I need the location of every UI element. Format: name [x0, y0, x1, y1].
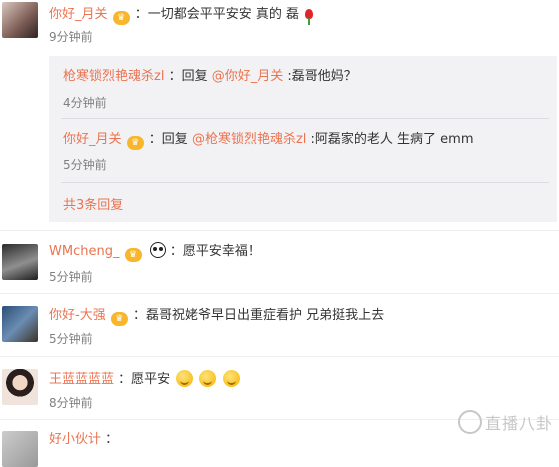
reply-box: 枪寒锁烈艳魂杀zl ：回复 @你好_月关 :磊哥他妈？ 4分钟前 你好_月关 ♛…	[49, 56, 557, 222]
mention-link[interactable]: @枪寒锁烈艳魂杀zl	[192, 132, 306, 147]
comment-time: 9分钟前	[49, 30, 93, 44]
reply-text: :磊哥他妈？	[287, 69, 357, 84]
crown-icon: ♛	[112, 11, 130, 25]
smile-emoji-icon	[199, 370, 217, 387]
reply-text: :阿磊家的老人 生病了 emm	[310, 132, 474, 147]
crown-icon: ♛	[110, 312, 128, 326]
reply-prefix: ：回复	[168, 69, 208, 84]
comment-time: 5分钟前	[49, 332, 93, 346]
rose-emoji-icon	[305, 9, 314, 25]
mention-link[interactable]: @你好_月关	[212, 69, 284, 84]
avatar[interactable]	[2, 244, 38, 280]
smile-emoji-icon	[176, 370, 194, 387]
watermark: 直播八卦	[457, 410, 553, 434]
watermark-logo-icon	[457, 410, 482, 434]
username-link[interactable]: 你好_月关	[49, 7, 108, 22]
comment-text: ：愿平安幸福！	[169, 244, 261, 259]
username-link[interactable]: 枪寒锁烈艳魂杀zl	[63, 69, 164, 84]
reply-prefix: ：回复	[148, 132, 188, 147]
watermark-text: 直播八卦	[484, 414, 553, 433]
username-link[interactable]: WMcheng_	[49, 244, 119, 259]
divider	[0, 230, 559, 231]
comment-text: ：愿平安	[118, 372, 171, 387]
comment-time: 8分钟前	[49, 396, 93, 410]
smile-emoji-icon	[222, 370, 240, 387]
divider	[0, 356, 559, 357]
crown-icon: ♛	[126, 136, 144, 150]
reply-time: 5分钟前	[63, 158, 107, 172]
crown-icon: ♛	[124, 248, 142, 262]
username-link[interactable]: 王蓝蓝蓝蓝	[49, 372, 114, 387]
comment-text: ：一切都会平平安安 真的 磊	[134, 7, 300, 22]
avatar[interactable]	[2, 369, 38, 405]
avatar[interactable]	[2, 306, 38, 342]
comment-time: 5分钟前	[49, 270, 93, 284]
avatar[interactable]	[2, 431, 38, 467]
username-link[interactable]: 你好_月关	[63, 132, 122, 147]
divider	[61, 182, 549, 183]
reply-time: 4分钟前	[63, 96, 107, 110]
username-link[interactable]: 你好-大强	[49, 308, 106, 323]
more-replies-link[interactable]: 共3条回复	[63, 194, 123, 213]
avatar[interactable]	[2, 2, 38, 38]
panda-emoji-icon	[149, 242, 166, 258]
comment-text: ：磊哥祝姥爷早日出重症看护 兄弟挺我上去	[132, 308, 385, 323]
divider	[61, 118, 549, 119]
divider	[0, 293, 559, 294]
